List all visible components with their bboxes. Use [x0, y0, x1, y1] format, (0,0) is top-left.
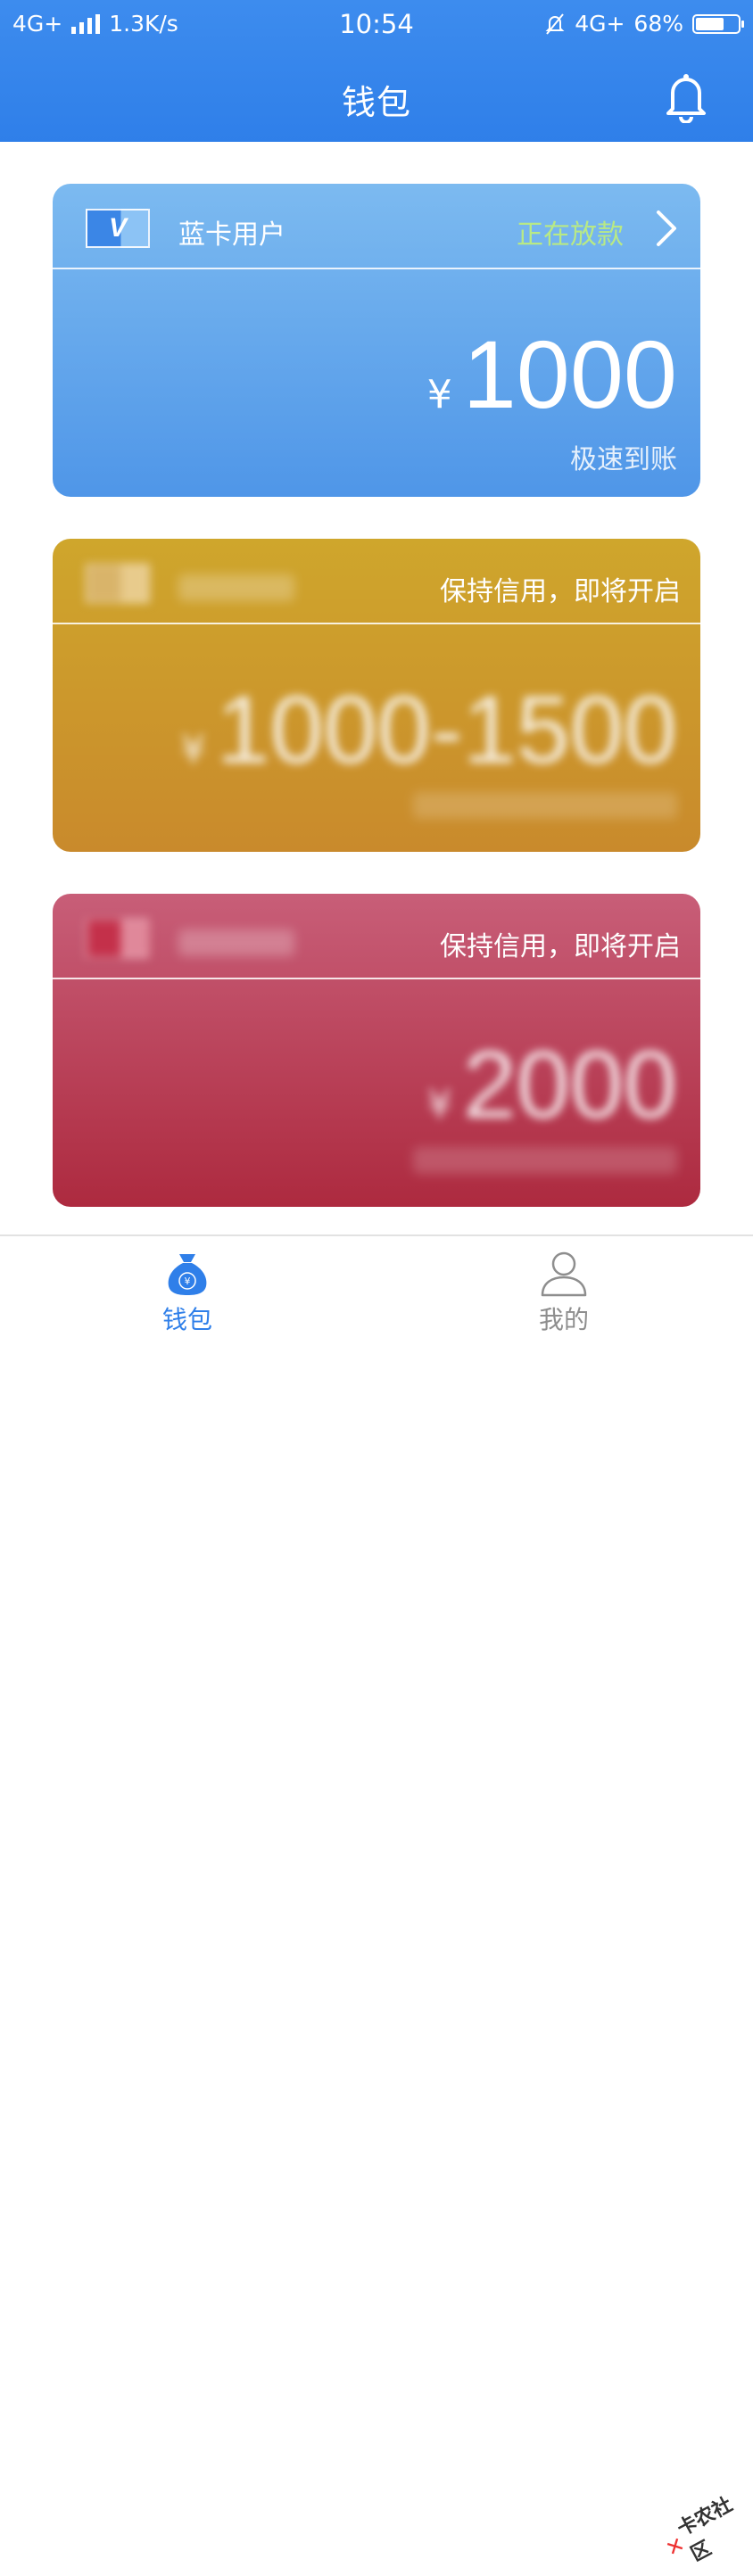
chevron-right-icon[interactable]	[654, 209, 679, 248]
user-profile-icon	[541, 1251, 587, 1297]
nav-label-wallet: 钱包	[161, 1305, 212, 1334]
money-bag-icon: ¥	[168, 1254, 207, 1295]
card-badge-icon: V	[86, 209, 150, 248]
mute-bell-icon	[545, 12, 565, 35]
gold-card-subtitle-blurred	[413, 792, 677, 819]
battery-icon	[692, 13, 744, 34]
blue-card-amount: ¥ 1000	[427, 326, 677, 423]
currency-symbol: ¥	[426, 1082, 452, 1127]
status-bar: 4G+ 1.3K/s 10:54 4G+ 68%	[0, 0, 753, 54]
gold-card-amount: ¥ 1000-1500	[181, 681, 677, 778]
network-type-right: 4G+	[575, 11, 625, 37]
notification-bell-icon[interactable]	[664, 71, 708, 123]
currency-symbol: ¥	[426, 372, 452, 417]
nav-label-mine: 我的	[538, 1305, 589, 1334]
page-title: 钱包	[341, 83, 411, 122]
nav-tab-wallet[interactable]: ¥ 钱包	[134, 1249, 241, 1336]
amount-value: 1000-1500	[216, 675, 677, 783]
blue-card-subtitle: 极速到账	[570, 444, 677, 475]
watermark-logo: ✕ 卡农社区	[654, 2483, 753, 2576]
svg-text:¥: ¥	[185, 1276, 191, 1287]
card-badge-icon	[86, 564, 150, 603]
gold-card-hint: 保持信用，即将开启	[440, 576, 681, 607]
status-right: 4G+ 68%	[544, 11, 744, 37]
red-card-subtitle-blurred	[413, 1147, 677, 1174]
gold-card[interactable]: 保持信用，即将开启 ¥ 1000-1500	[53, 539, 700, 852]
blue-card[interactable]: V 蓝卡用户 正在放款 ¥ 1000 极速到账	[53, 184, 700, 497]
badge-letter: V	[108, 213, 127, 243]
nav-tab-mine[interactable]: 我的	[510, 1249, 617, 1336]
app-header: 4G+ 1.3K/s 10:54 4G+ 68% 钱包	[0, 0, 753, 142]
blue-card-header: V 蓝卡用户 正在放款	[53, 184, 700, 269]
battery-percent: 68%	[633, 11, 683, 37]
red-card-name-blurred	[178, 929, 294, 956]
blue-card-status: 正在放款	[517, 219, 624, 251]
gold-card-name-blurred	[178, 574, 294, 601]
red-card-amount: ¥ 2000	[427, 1036, 677, 1133]
currency-symbol: ¥	[180, 727, 206, 772]
amount-value: 1000	[462, 320, 677, 428]
bottom-nav: ¥ 钱包 我的 ✕ 卡农社区	[0, 1234, 753, 2566]
blue-card-name: 蓝卡用户	[178, 219, 285, 251]
red-card-header: 保持信用，即将开启	[53, 894, 700, 979]
red-card-hint: 保持信用，即将开启	[440, 931, 681, 962]
card-badge-icon	[86, 919, 150, 958]
amount-value: 2000	[462, 1030, 677, 1138]
red-card[interactable]: 保持信用，即将开启 ¥ 2000	[53, 894, 700, 1207]
gold-card-header: 保持信用，即将开启	[53, 539, 700, 624]
